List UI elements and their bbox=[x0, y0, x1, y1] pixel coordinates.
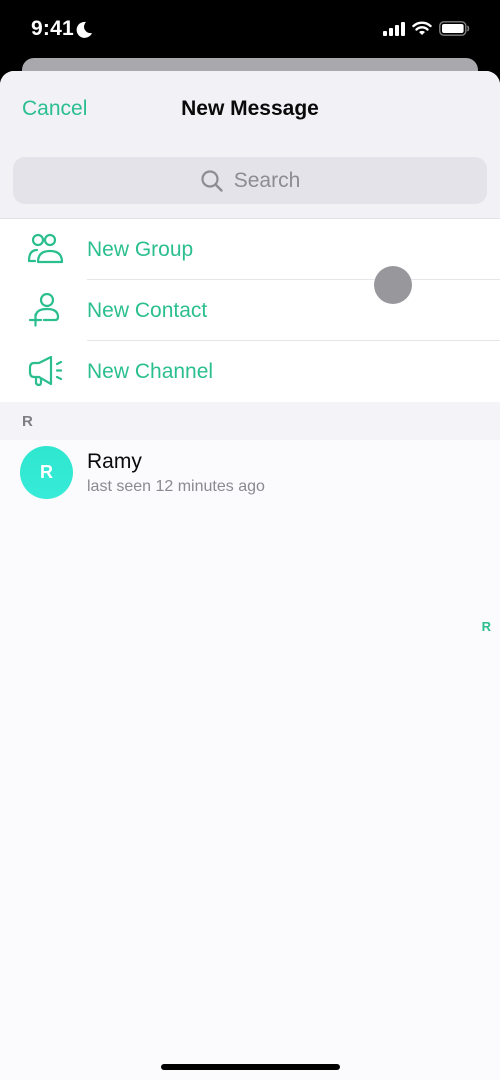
search-icon bbox=[201, 169, 223, 192]
avatar: R bbox=[20, 446, 73, 499]
new-channel-button[interactable]: New Channel bbox=[0, 341, 500, 402]
status-icons bbox=[383, 21, 470, 36]
section-letter: R bbox=[22, 413, 33, 430]
avatar-initial: R bbox=[40, 462, 53, 482]
new-message-sheet: Cancel New Message Search New Group New … bbox=[0, 71, 500, 1080]
new-channel-label: New Channel bbox=[87, 359, 214, 383]
cellular-signal-icon bbox=[383, 21, 405, 36]
contact-status: last seen 12 minutes ago bbox=[87, 478, 265, 495]
moon-icon bbox=[76, 21, 92, 38]
group-icon bbox=[27, 233, 64, 264]
add-contact-icon bbox=[28, 293, 60, 327]
touch-indicator bbox=[374, 266, 412, 304]
page-title: New Message bbox=[181, 97, 319, 120]
status-time: 9:41 bbox=[31, 17, 74, 40]
home-indicator bbox=[161, 1064, 340, 1070]
search-container: Search bbox=[0, 145, 500, 219]
megaphone-icon bbox=[28, 355, 63, 387]
new-group-label: New Group bbox=[87, 237, 194, 261]
section-index-item[interactable]: R bbox=[482, 619, 491, 634]
contact-name: Ramy bbox=[87, 450, 142, 473]
action-list: New Group New Contact New Channel bbox=[0, 219, 500, 402]
battery-icon bbox=[439, 21, 470, 36]
search-input[interactable]: Search bbox=[13, 157, 487, 204]
status-bar: 9:41 bbox=[0, 0, 500, 60]
new-contact-button[interactable]: New Contact bbox=[0, 280, 500, 341]
wifi-icon bbox=[412, 21, 432, 35]
new-contact-label: New Contact bbox=[87, 298, 208, 322]
new-group-button[interactable]: New Group bbox=[0, 219, 500, 280]
section-header: R bbox=[0, 402, 500, 440]
contact-row[interactable]: R Ramy last seen 12 minutes ago bbox=[0, 440, 500, 506]
navigation-bar: Cancel New Message bbox=[0, 71, 500, 145]
search-placeholder: Search bbox=[233, 168, 301, 192]
